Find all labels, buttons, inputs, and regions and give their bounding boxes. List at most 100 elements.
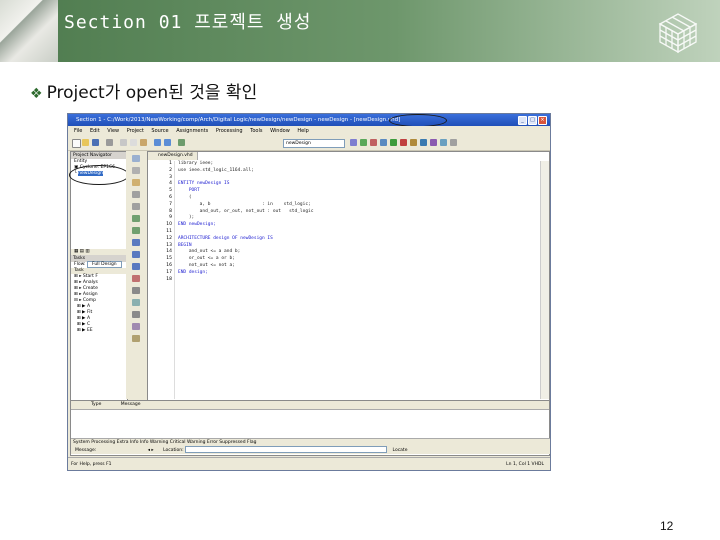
status-right-text: Ln 1, Col 1 VHDL (506, 462, 544, 467)
location-field[interactable] (185, 446, 388, 453)
line-number: 7 (169, 201, 172, 207)
page-number: 12 (660, 519, 674, 533)
status-bar: For Help, press F1 Ln 1, Col 1 VHDL (68, 457, 550, 470)
menu-edit[interactable]: Edit (90, 128, 100, 134)
open-folder-icon[interactable] (82, 139, 89, 146)
undo-icon[interactable] (154, 139, 161, 146)
indent-icon[interactable] (132, 191, 140, 198)
close-button[interactable]: × (538, 116, 547, 125)
editor-side-toolbar (126, 151, 146, 399)
messages-panel: Type Message System Processing Extra Inf… (70, 400, 550, 456)
paste-icon[interactable] (140, 139, 147, 146)
next-bookmark-icon[interactable] (132, 251, 140, 258)
help-icon[interactable] (178, 139, 185, 146)
wrap-icon[interactable] (132, 323, 140, 330)
simulate-icon[interactable] (420, 139, 427, 146)
window-controls: _ □ × (517, 116, 547, 125)
settings-icon[interactable] (350, 139, 357, 146)
unindent-icon[interactable] (132, 203, 140, 210)
line-number: 11 (166, 228, 172, 234)
prev-bookmark-icon[interactable] (132, 263, 140, 270)
menu-source[interactable]: Source (151, 128, 168, 134)
section-title: Section 01 프로젝트 생성 (64, 12, 312, 33)
window-titlebar: Section 1 - C:/Work/2013/NewWorking/comp… (68, 114, 550, 126)
task-item-label: Analys (82, 280, 98, 285)
menu-assignments[interactable]: Assignments (176, 128, 208, 134)
code-area[interactable]: library ieee; use ieee.std_logic_1164.al… (178, 161, 538, 399)
project-combo[interactable]: newDesign (283, 139, 345, 148)
save-icon[interactable] (92, 139, 99, 146)
analysis-icon[interactable] (370, 139, 377, 146)
uncomment-icon[interactable] (132, 227, 140, 234)
text-editor[interactable]: newDesign.vhd 1 2 3 4 5 6 7 8 9 10 11 12… (147, 151, 550, 401)
fitter-icon[interactable] (380, 139, 387, 146)
timing-icon[interactable] (410, 139, 417, 146)
minimize-button[interactable]: _ (518, 116, 527, 125)
editor-vertical-scrollbar[interactable] (540, 161, 549, 399)
zoom-icon[interactable] (132, 299, 140, 306)
menu-window[interactable]: Window (270, 128, 290, 134)
menu-tools[interactable]: Tools (250, 128, 262, 134)
project-navigator-header: Project Navigator (71, 152, 127, 159)
message-bar: Message: ◂ ▸ Location: Locate (71, 446, 550, 454)
line-number: 12 (166, 235, 172, 241)
task-item-label: Start F (82, 274, 98, 279)
print-icon[interactable] (106, 139, 113, 146)
chip-planner-icon[interactable] (450, 139, 457, 146)
code-line: ENTITY newDesign IS (178, 181, 230, 187)
menu-file[interactable]: File (74, 128, 82, 134)
menu-processing[interactable]: Processing (216, 128, 243, 134)
find-icon[interactable] (132, 155, 140, 162)
task-item-label: C (86, 322, 91, 327)
block-icon[interactable] (132, 287, 140, 294)
flow-select[interactable]: Full Design (86, 261, 122, 268)
messages-header: Type Message (71, 401, 549, 410)
menu-project[interactable]: Project (127, 128, 144, 134)
task-item-label: EE (86, 328, 93, 333)
code-line: and_out, or_out, not_out : out std_logic (178, 208, 314, 214)
locate-button[interactable]: Locate (393, 448, 408, 453)
redo-icon[interactable] (164, 139, 171, 146)
code-line: END newDesign; (178, 222, 216, 228)
rtl-viewer-icon[interactable] (440, 139, 447, 146)
bookmark-icon[interactable] (132, 239, 140, 246)
menu-help[interactable]: Help (297, 128, 308, 134)
message-filter-tabs[interactable]: System Processing Extra Info Info Warnin… (71, 438, 550, 446)
task-item-label: Comp (82, 298, 97, 303)
menu-view[interactable]: View (107, 128, 119, 134)
copy-icon[interactable] (130, 139, 137, 146)
message-label: Message: (75, 448, 97, 453)
messages-col-type: Type (91, 402, 102, 407)
code-line: END design; (178, 269, 208, 275)
replace-icon[interactable] (132, 167, 140, 174)
play-icon[interactable] (390, 139, 397, 146)
properties-icon[interactable] (132, 335, 140, 342)
line-number: 15 (166, 256, 172, 262)
line-number-icon[interactable] (132, 311, 140, 318)
new-file-icon[interactable] (72, 139, 81, 148)
project-navigator-panel: Project Navigator Entity ▣ Cyclone: EP1C… (70, 151, 128, 401)
flow-label: Flow: (74, 262, 86, 267)
clear-bookmarks-icon[interactable] (132, 275, 140, 282)
line-number: 16 (166, 262, 172, 268)
code-line: PORT (178, 188, 200, 194)
editor-tab[interactable]: newDesign.vhd (148, 152, 198, 160)
location-label: Location: (163, 448, 184, 453)
insert-template-icon[interactable] (132, 179, 140, 186)
programmer-icon[interactable] (430, 139, 437, 146)
maximize-button[interactable]: □ (528, 116, 537, 125)
cut-icon[interactable] (120, 139, 127, 146)
code-line: use ieee.std_logic_1164.all; (178, 167, 254, 173)
stop-icon[interactable] (400, 139, 407, 146)
line-number: 18 (166, 276, 172, 282)
toolbar: newDesign (68, 136, 550, 151)
message-nav-buttons[interactable]: ◂ ▸ (148, 448, 154, 453)
diamond-bullet-icon: ❖ (30, 86, 43, 102)
task-item[interactable]: ⊞ ▶ EE (71, 328, 127, 334)
compile-icon[interactable] (360, 139, 367, 146)
slide-header-banner: Section 01 프로젝트 생성 (0, 0, 720, 62)
comment-icon[interactable] (132, 215, 140, 222)
